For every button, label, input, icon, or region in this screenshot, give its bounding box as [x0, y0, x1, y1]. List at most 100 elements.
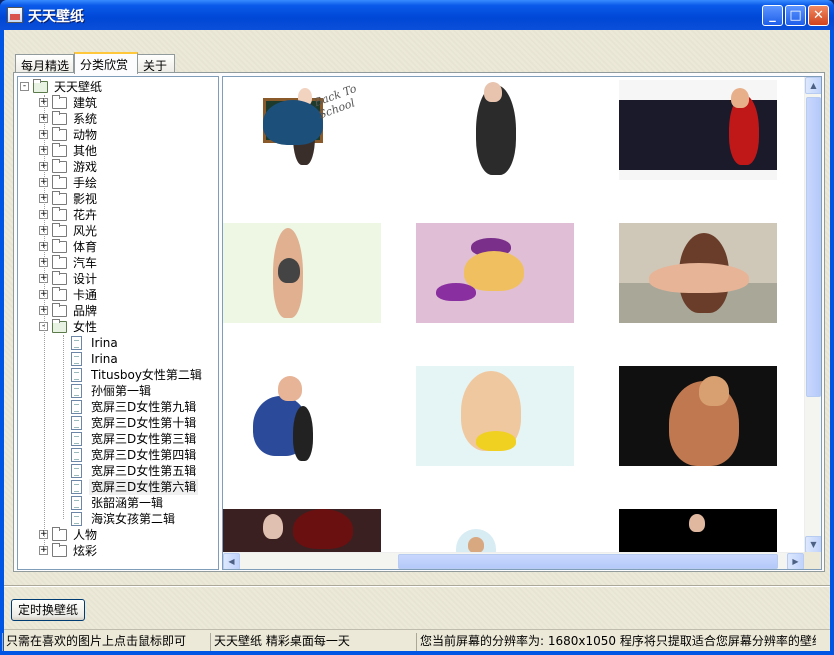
- tree-item-label: 其他: [73, 144, 98, 158]
- app-icon[interactable]: [7, 7, 23, 23]
- tab-category-browse[interactable]: 分类欣赏: [74, 52, 138, 74]
- tree-album[interactable]: 宽屏三D女性第十辑: [18, 415, 218, 431]
- tree-item-label: 汽车: [73, 256, 98, 270]
- wallpaper-thumbnail-dancer-green[interactable]: [223, 223, 381, 323]
- tree-category-female[interactable]: - 女性: [18, 319, 218, 335]
- scroll-left-button[interactable]: ◀: [223, 553, 240, 569]
- tree-item-label: 游戏: [73, 160, 98, 174]
- tree-category[interactable]: + 其他: [18, 143, 218, 159]
- maximize-button[interactable]: □: [785, 5, 806, 26]
- tab-panel: - 天天壁纸 + 建筑 + 系统 + 动物 + 其他 + 游戏 + 手绘 + 影视 + 花卉 + 风光 + 体育 + 汽车 + 设…: [13, 72, 825, 572]
- tree-album[interactable]: 宽屏三D女性第五辑: [18, 463, 218, 479]
- tree-category[interactable]: + 炫彩: [18, 543, 218, 559]
- tree-item-label: 炫彩: [73, 544, 98, 558]
- tree-album[interactable]: 宽屏三D女性第九辑: [18, 399, 218, 415]
- wallpaper-thumbnail-demon-wings[interactable]: [223, 509, 381, 553]
- tree-category[interactable]: + 游戏: [18, 159, 218, 175]
- tree-connector: [44, 95, 45, 551]
- tree-category[interactable]: + 设计: [18, 271, 218, 287]
- folder-icon: [52, 255, 67, 269]
- tree-item-label: 女性: [73, 320, 98, 334]
- vertical-scrollbar[interactable]: ▲ ▼: [804, 77, 821, 553]
- horizontal-scrollbar[interactable]: ◀ ▶: [223, 552, 804, 569]
- folder-icon: [52, 223, 67, 237]
- wallpaper-thumbnail-chair-pose[interactable]: [223, 366, 381, 466]
- tree-album[interactable]: 张韶涵第一辑: [18, 495, 218, 511]
- tree-album[interactable]: Irina: [18, 351, 218, 367]
- scroll-up-button[interactable]: ▲: [805, 77, 821, 94]
- title-bar[interactable]: 天天壁纸 _ □ ✕: [0, 0, 834, 30]
- wallpaper-thumbnail-back-to-school[interactable]: Back To School: [223, 80, 381, 180]
- document-icon: [71, 384, 82, 398]
- tree-item-label: 天天壁纸: [54, 80, 103, 94]
- tree-item-label: 孙俪第一辑: [91, 384, 152, 398]
- scroll-down-button[interactable]: ▼: [805, 536, 821, 553]
- folder-icon: [52, 287, 67, 301]
- wallpaper-thumbnail-curtain-pose[interactable]: [619, 223, 777, 323]
- tree-album[interactable]: 孙俪第一辑: [18, 383, 218, 399]
- tree-album[interactable]: Irina: [18, 335, 218, 351]
- app-window: 天天壁纸 _ □ ✕ 每月精选 分类欣赏 关于 - 天天壁纸 + 建筑 + 系统 + 动物 + 其…: [0, 0, 834, 655]
- vertical-scroll-thumb[interactable]: [806, 97, 821, 397]
- tree-item-label: 海滨女孩第二辑: [91, 512, 176, 526]
- folder-icon: [52, 239, 67, 253]
- tree-category[interactable]: + 系统: [18, 111, 218, 127]
- wallpaper-thumbnail-corset-woman[interactable]: [416, 80, 574, 180]
- tree-item-label: 设计: [73, 272, 98, 286]
- document-icon: [71, 448, 82, 462]
- tree-album[interactable]: 海滨女孩第二辑: [18, 511, 218, 527]
- tree-item-label: 花卉: [73, 208, 98, 222]
- tree-album[interactable]: 宽屏三D女性第四辑: [18, 447, 218, 463]
- minimize-button[interactable]: _: [762, 5, 783, 26]
- folder-icon: [52, 111, 67, 125]
- tree-category[interactable]: + 体育: [18, 239, 218, 255]
- tree-item-label: 体育: [73, 240, 98, 254]
- wallpaper-figure: [293, 406, 313, 461]
- tree-item-label: 宽屏三D女性第九辑: [91, 400, 197, 414]
- wallpaper-thumbnail-black-bg-girl[interactable]: [619, 509, 777, 553]
- folder-icon: [52, 543, 67, 557]
- wallpaper-figure: [464, 251, 524, 291]
- timed-wallpaper-button[interactable]: 定时换壁纸: [11, 599, 85, 621]
- tree-category[interactable]: + 风光: [18, 223, 218, 239]
- tree-item-label: 建筑: [73, 96, 98, 110]
- wallpaper-thumbnail-bubble-girl[interactable]: [416, 509, 574, 553]
- wallpaper-thumbnail-mask-girl[interactable]: [416, 366, 574, 466]
- tree-album[interactable]: 宽屏三D女性第三辑: [18, 431, 218, 447]
- tree-category[interactable]: + 建筑: [18, 95, 218, 111]
- status-resolution: 您当前屏幕的分辨率为: 1680x1050 程序将只提取适合您屏幕分辨率的壁纸: [416, 633, 816, 651]
- scroll-right-button[interactable]: ▶: [787, 553, 804, 569]
- tree-category[interactable]: + 人物: [18, 527, 218, 543]
- open-folder-icon: [33, 79, 48, 93]
- tab-about[interactable]: 关于: [137, 54, 175, 73]
- tree-item-label: 宽屏三D女性第四辑: [91, 448, 197, 462]
- wallpaper-thumbnail-dark-smoke-girl[interactable]: [619, 366, 777, 466]
- tree-album[interactable]: Titusboy女性第二辑: [18, 367, 218, 383]
- tree-album[interactable]: 宽屏三D女性第六辑: [18, 479, 218, 495]
- tree-category[interactable]: + 品牌: [18, 303, 218, 319]
- folder-icon: [52, 127, 67, 141]
- tree-category[interactable]: + 花卉: [18, 207, 218, 223]
- tree-category[interactable]: + 影视: [18, 191, 218, 207]
- document-icon: [71, 336, 82, 350]
- wallpaper-figure: [689, 514, 705, 532]
- wallpaper-thumbnail-purple-hat-girl[interactable]: [416, 223, 574, 323]
- tree-item-label: 手绘: [73, 176, 98, 190]
- tree-root[interactable]: - 天天壁纸: [18, 79, 218, 95]
- folder-icon: [52, 159, 67, 173]
- tab-monthly-picks[interactable]: 每月精选: [15, 54, 74, 73]
- collapse-icon[interactable]: -: [20, 82, 29, 91]
- tree-category[interactable]: + 卡通: [18, 287, 218, 303]
- tree-category[interactable]: + 汽车: [18, 255, 218, 271]
- wallpaper-gallery[interactable]: Back To School ▲ ▼ ◀ ▶: [222, 76, 822, 570]
- wallpaper-thumbnail-police-car-girl[interactable]: [619, 80, 777, 180]
- horizontal-scroll-thumb[interactable]: [398, 554, 778, 569]
- close-button[interactable]: ✕: [808, 5, 829, 26]
- wallpaper-figure: [263, 514, 283, 539]
- tree-category[interactable]: + 手绘: [18, 175, 218, 191]
- category-tree[interactable]: - 天天壁纸 + 建筑 + 系统 + 动物 + 其他 + 游戏 + 手绘 + 影视 + 花卉 + 风光 + 体育 + 汽车 + 设…: [17, 76, 219, 570]
- tree-category[interactable]: + 动物: [18, 127, 218, 143]
- tree-connector: [63, 335, 64, 519]
- tree-item-label: Titusboy女性第二辑: [91, 368, 202, 382]
- document-icon: [71, 368, 82, 382]
